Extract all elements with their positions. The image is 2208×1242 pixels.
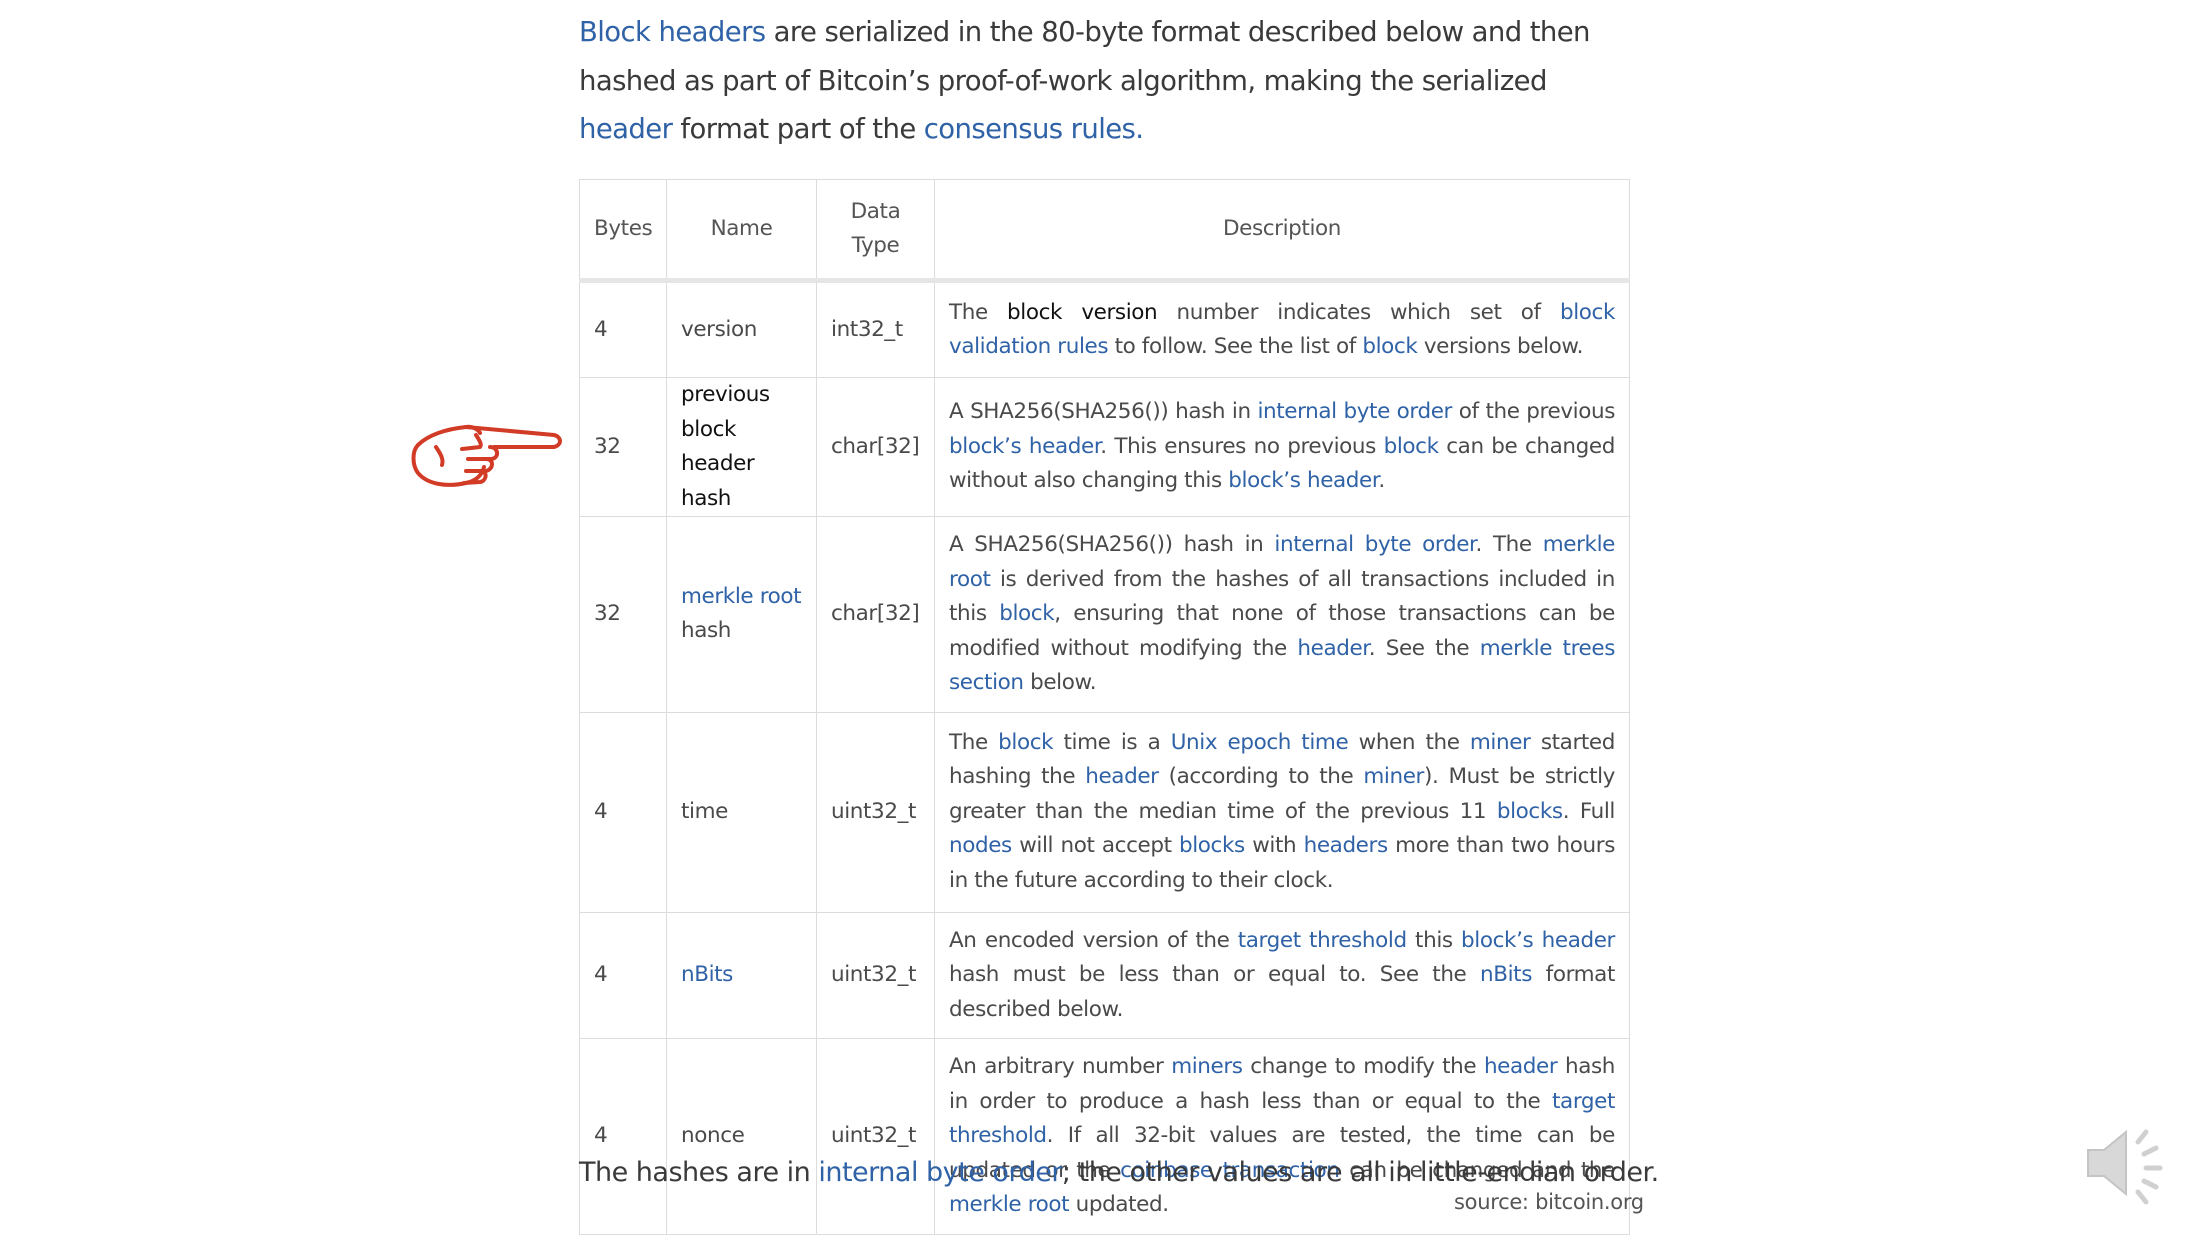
cell-bytes: 4 bbox=[579, 711, 667, 913]
cell-desc: An encoded version of the target thresho… bbox=[934, 911, 1630, 1039]
outro-paragraph: The hashes are in internal byte order; t… bbox=[579, 1157, 1659, 1188]
desc-text: when the bbox=[1348, 729, 1470, 755]
desc-text: A SHA256(SHA256()) hash in bbox=[949, 532, 1275, 557]
desc-link[interactable]: nBits bbox=[1480, 962, 1532, 987]
cell-desc: The block time is a Unix epoch time when… bbox=[934, 711, 1630, 913]
desc-link[interactable]: blocks bbox=[1497, 799, 1563, 824]
desc-text: An encoded version of the bbox=[949, 927, 1238, 953]
desc-link[interactable]: header bbox=[1085, 764, 1159, 789]
link-block-headers[interactable]: Block headers bbox=[579, 16, 766, 48]
desc-link[interactable]: Unix epoch time bbox=[1171, 730, 1349, 755]
source-credit: source: bitcoin.org bbox=[1454, 1190, 1644, 1214]
col-name: Name bbox=[666, 179, 817, 281]
desc-link[interactable]: block bbox=[998, 730, 1053, 755]
desc-text: hash must be less than or equal to. See … bbox=[949, 962, 1481, 987]
desc-link[interactable]: block’s header bbox=[1461, 928, 1615, 953]
desc-text: . Full bbox=[1562, 798, 1616, 824]
cell-name: merkle root hash bbox=[666, 516, 817, 713]
cell-bytes: 32 bbox=[579, 377, 667, 517]
table-header-row: Bytes Name Data Type Description bbox=[579, 179, 1630, 281]
outro-text-2: ; the other values are all in little-end… bbox=[1061, 1157, 1659, 1188]
link-consensus-rules[interactable]: consensus rules. bbox=[924, 113, 1144, 145]
desc-link[interactable]: miner bbox=[1363, 764, 1424, 789]
col-bytes: Bytes bbox=[579, 179, 667, 281]
cell-type: uint32_t bbox=[816, 911, 935, 1039]
cell-bytes: 4 bbox=[579, 1038, 667, 1235]
desc-link[interactable]: header bbox=[1297, 636, 1369, 661]
intro-text-2: format part of the bbox=[672, 113, 924, 145]
desc-text: A SHA256(SHA256()) hash in bbox=[949, 399, 1258, 425]
desc-text: . See the bbox=[1368, 635, 1480, 661]
speaker-icon[interactable] bbox=[2080, 1118, 2170, 1208]
cell-type: char[32] bbox=[816, 516, 935, 713]
desc-link[interactable]: block’s header bbox=[1228, 468, 1378, 493]
desc-link[interactable]: block bbox=[999, 601, 1054, 626]
desc-text: (according to the bbox=[1158, 764, 1364, 790]
desc-text: with bbox=[1244, 833, 1304, 859]
link-header[interactable]: header bbox=[579, 113, 673, 145]
desc-text: of the previous bbox=[1452, 399, 1616, 425]
col-desc: Description bbox=[934, 179, 1630, 281]
desc-text: The bbox=[949, 729, 999, 755]
cell-desc: A SHA256(SHA256()) hash in internal byte… bbox=[934, 377, 1630, 517]
table-row: 32 previous block header hash char[32] A… bbox=[579, 377, 1630, 517]
desc-text: . bbox=[1378, 468, 1385, 494]
cell-type: int32_t bbox=[816, 280, 935, 378]
link-nbits[interactable]: nBits bbox=[681, 962, 733, 987]
desc-text: updated. bbox=[1069, 1192, 1169, 1217]
cell-name: version bbox=[666, 280, 817, 378]
cell-type: char[32] bbox=[816, 377, 935, 517]
desc-link[interactable]: merkle root bbox=[949, 1192, 1070, 1217]
desc-link[interactable]: miner bbox=[1470, 730, 1531, 755]
desc-link[interactable]: block’s header bbox=[949, 434, 1101, 459]
desc-text: will not accept bbox=[1011, 833, 1179, 859]
desc-text: versions below. bbox=[1417, 334, 1584, 359]
desc-text: to follow. See the list of bbox=[1108, 334, 1363, 359]
desc-link[interactable]: block bbox=[1362, 334, 1417, 359]
cell-bytes: 4 bbox=[579, 911, 667, 1039]
desc-text: . The bbox=[1475, 532, 1543, 557]
desc-text: this bbox=[1406, 927, 1462, 953]
cell-name: nonce bbox=[666, 1038, 817, 1235]
desc-link[interactable]: target threshold bbox=[1238, 928, 1407, 953]
table-row: 4 time uint32_t The block time is a Unix… bbox=[579, 711, 1630, 913]
outro-text-1: The hashes are in bbox=[579, 1157, 819, 1188]
desc-text: below. bbox=[1023, 670, 1097, 695]
desc-text: . This ensures no previous bbox=[1100, 433, 1384, 459]
cell-desc: The block version number indicates which… bbox=[934, 280, 1630, 378]
desc-link[interactable]: nodes bbox=[949, 833, 1012, 858]
table-row: 4 version int32_t The block version numb… bbox=[579, 280, 1630, 378]
cell-bytes: 32 bbox=[579, 516, 667, 713]
table-row: 4 nBits uint32_t An encoded version of t… bbox=[579, 911, 1630, 1039]
desc-text: The bbox=[949, 299, 1008, 325]
desc-text: number indicates which set of bbox=[1157, 299, 1560, 325]
intro-paragraph: Block headers are serialized in the 80-b… bbox=[579, 8, 1639, 154]
cell-name: previous block header hash bbox=[666, 377, 817, 517]
desc-link[interactable]: internal byte order bbox=[1257, 399, 1452, 424]
desc-text: change to modify the bbox=[1242, 1054, 1484, 1079]
desc-text: An arbitrary number bbox=[949, 1054, 1172, 1079]
desc-link[interactable]: headers bbox=[1304, 833, 1389, 858]
cell-bytes: 4 bbox=[579, 280, 667, 378]
desc-link[interactable]: miners bbox=[1171, 1054, 1243, 1079]
link-merkle-root[interactable]: merkle root bbox=[681, 584, 802, 609]
desc-text: block version bbox=[1007, 299, 1158, 325]
desc-link[interactable]: internal byte order bbox=[1274, 532, 1475, 557]
desc-link[interactable]: block bbox=[1384, 434, 1439, 459]
cell-name: time bbox=[666, 711, 817, 913]
cell-type: uint32_t bbox=[816, 711, 935, 913]
cell-desc: A SHA256(SHA256()) hash in internal byte… bbox=[934, 516, 1630, 713]
cell-type: uint32_t bbox=[816, 1038, 935, 1235]
col-type: Data Type bbox=[816, 179, 935, 281]
table-row: 32 merkle root hash char[32] A SHA256(SH… bbox=[579, 516, 1630, 713]
link-internal-byte-order[interactable]: internal byte order bbox=[818, 1157, 1062, 1188]
cell-name-rest: hash bbox=[681, 618, 732, 644]
block-header-table: Bytes Name Data Type Description 4 versi… bbox=[579, 179, 1630, 1235]
cell-name: nBits bbox=[666, 911, 817, 1039]
pointing-hand-icon bbox=[411, 424, 562, 487]
desc-link[interactable]: blocks bbox=[1179, 833, 1245, 858]
desc-link[interactable]: header bbox=[1484, 1054, 1558, 1079]
desc-text: time is a bbox=[1053, 729, 1171, 755]
